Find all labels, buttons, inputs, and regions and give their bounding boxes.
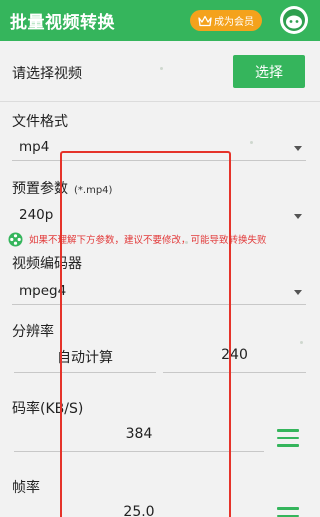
divider: [0, 101, 320, 102]
become-member-label: 成为会员: [214, 17, 254, 28]
underline: [12, 304, 306, 305]
framerate-field[interactable]: 25.0: [14, 504, 264, 517]
become-member-button[interactable]: 成为会员: [190, 10, 262, 31]
framerate-value: 25.0: [123, 504, 155, 517]
underline: [12, 160, 306, 161]
resolution-height-value: 240: [221, 347, 248, 363]
dropdown-arrow-icon: [294, 290, 302, 295]
bitrate-field[interactable]: 384: [14, 426, 264, 452]
bitrate-menu-icon[interactable]: [277, 429, 299, 447]
resolution-label: 分辨率: [12, 324, 54, 340]
dropdown-arrow-icon: [294, 214, 302, 219]
select-video-label: 请选择视频: [12, 66, 82, 82]
preset-sub-label: (*.mp4): [74, 185, 113, 196]
app-title: 批量视频转换: [10, 13, 115, 33]
video-encoder-dropdown[interactable]: mpeg4: [12, 279, 306, 305]
dropdown-arrow-icon: [294, 146, 302, 151]
bitrate-value: 384: [125, 426, 153, 442]
avatar-icon: [283, 9, 305, 31]
video-encoder-label: 视频编码器: [12, 256, 82, 272]
underline: [14, 451, 264, 452]
framerate-menu-icon[interactable]: [277, 507, 299, 517]
film-reel-icon: [8, 232, 23, 246]
select-video-row: 请选择视频 选择: [0, 41, 320, 101]
preset-value: 240p: [19, 207, 54, 223]
file-format-label: 文件格式: [12, 114, 68, 130]
file-format-value: mp4: [19, 139, 50, 155]
underline: [14, 372, 156, 373]
app-bar: 批量视频转换 成为会员: [0, 0, 320, 41]
file-format-dropdown[interactable]: mp4: [12, 135, 306, 161]
video-encoder-value: mpeg4: [19, 283, 67, 299]
bitrate-label: 码率(KB/S): [12, 401, 84, 417]
settings-content: 请选择视频 选择 文件格式 mp4 预置参数 (*.mp4) 240p 如果不理解…: [0, 41, 320, 517]
bg-dot: [300, 341, 303, 344]
resolution-width-value: 自动计算: [57, 350, 113, 366]
avatar[interactable]: [280, 6, 308, 34]
framerate-label: 帧率: [12, 480, 40, 496]
warning-text: 如果不理解下方参数，建议不要修改，可能导致转换失败: [29, 235, 267, 246]
select-button[interactable]: 选择: [233, 55, 305, 88]
warning-row: 如果不理解下方参数，建议不要修改，可能导致转换失败: [8, 230, 320, 248]
crown-icon: [198, 15, 212, 26]
resolution-height-field[interactable]: 240: [163, 347, 306, 373]
preset-label-row: 预置参数 (*.mp4): [12, 178, 112, 198]
preset-label: 预置参数: [12, 181, 68, 197]
resolution-width-field[interactable]: 自动计算: [14, 347, 156, 373]
preset-dropdown[interactable]: 240p: [12, 203, 306, 229]
underline: [163, 372, 306, 373]
